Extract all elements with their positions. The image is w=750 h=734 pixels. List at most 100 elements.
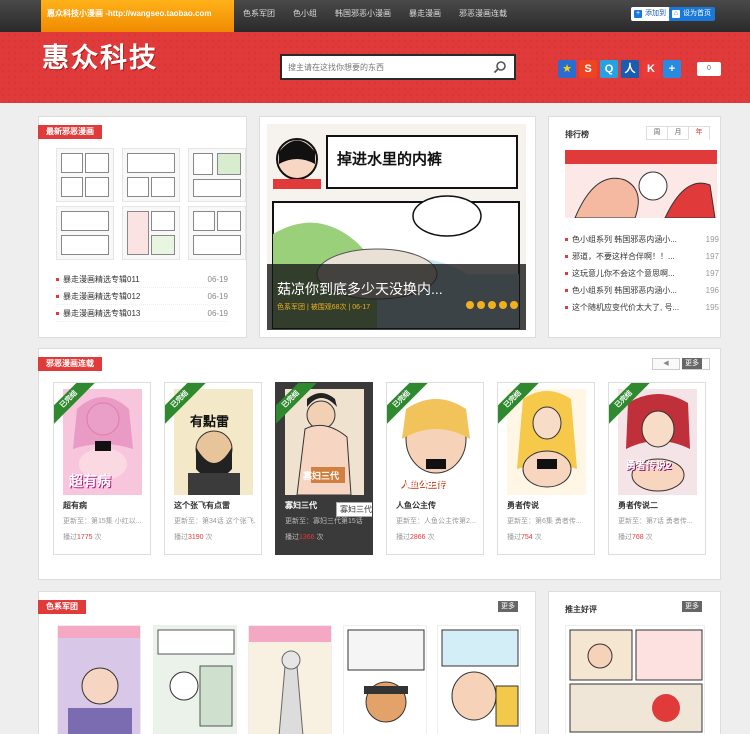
comic-update: 更新至：第34话 这个张飞... <box>174 518 256 525</box>
site-logo[interactable]: 惠众科技 <box>42 36 158 75</box>
nav-item-color-group[interactable]: 色小组 <box>284 0 326 32</box>
comic-card[interactable]: 人鱼公主传 已完结 人鱼公主传 更新至：人鱼公主传第2... 播过2866 次 <box>386 382 484 555</box>
color-group-more-button[interactable]: 更多 <box>498 601 518 612</box>
rank-panel: 排行榜 周 月 年 色小组系列 韩国邪恶内涵小... 199 邪道，不要这样合伴啊… <box>548 116 721 338</box>
color-group-title: 色系军团 <box>38 600 86 614</box>
nav-item-korean-comics[interactable]: 韩国邪恶小漫画 <box>326 0 400 32</box>
list-item-label: 暴走漫画精选专辑011 <box>63 275 140 284</box>
slider-dot[interactable] <box>510 301 518 309</box>
tab-month[interactable]: 月 <box>667 126 689 140</box>
rank-item[interactable]: 这个随机应变代价太大了, 号... 195 <box>565 299 719 316</box>
more-share-icon[interactable]: + <box>663 60 681 78</box>
set-home-button[interactable]: ⌂ 设为首页 <box>669 7 715 21</box>
serial-more-button[interactable]: 更多 <box>682 358 702 369</box>
comic-views: 播过2866 次 <box>396 534 435 541</box>
comic-cover: 寡妇三代 <box>285 389 364 495</box>
cover-text: 超有病 <box>69 473 111 489</box>
rank-cover-image[interactable] <box>565 150 717 218</box>
rank-item-count: 195 <box>701 299 719 316</box>
comic-views: 播过1775 次 <box>63 534 102 541</box>
recommend-panel-title: 推主好评 <box>565 605 597 614</box>
comic-cover: 超有病 <box>63 389 142 495</box>
comic-views: 播过754 次 <box>507 534 542 541</box>
comic-thumb[interactable] <box>188 206 246 260</box>
slider-dots <box>466 301 518 309</box>
comic-name: 超有病 <box>63 501 87 510</box>
recommend-thumb[interactable] <box>565 625 705 734</box>
comic-thumb[interactable] <box>56 148 114 202</box>
slider-dot[interactable] <box>477 301 485 309</box>
weibo-share-icon[interactable]: S <box>579 60 597 78</box>
rank-item[interactable]: 这玩意儿你不会这个意思啊... 197 <box>565 265 719 282</box>
comic-thumb[interactable] <box>122 148 180 202</box>
shop-link[interactable]: 惠众科技小漫画 -http://wangseo.taobao.com <box>41 0 234 32</box>
nav-item-rage-comics[interactable]: 暴走漫画 <box>400 0 450 32</box>
comic-name: 勇者传说 <box>507 501 539 510</box>
recommend-more-button[interactable]: 更多 <box>682 601 702 612</box>
rank-panel-title: 排行榜 <box>565 130 589 139</box>
nav-item-serial-comics[interactable]: 邪恶漫画连载 <box>450 0 516 32</box>
set-home-label: 设为首页 <box>683 10 711 17</box>
star-share-icon[interactable]: ★ <box>558 60 576 78</box>
kaixin-share-icon[interactable]: K <box>642 60 660 78</box>
comic-card[interactable]: 寡妇三代 已完结 寡妇三代 寡妇三代 更新至：寡妇三代第15话 播过1366 次 <box>275 382 373 555</box>
comic-name: 人鱼公主传 <box>396 501 436 510</box>
search-input[interactable] <box>288 60 484 74</box>
list-item[interactable]: 暴走漫画精选专辑012 06-19 <box>56 288 228 305</box>
share-count: 0 <box>697 62 721 76</box>
list-item[interactable]: 暴走漫画精选专辑011 06-19 <box>56 271 228 288</box>
rank-item[interactable]: 色小组系列 韩国邪恶内涵小... 199 <box>565 231 719 248</box>
list-item-label: 暴走漫画精选专辑012 <box>63 292 141 301</box>
slider-dot[interactable] <box>499 301 507 309</box>
comic-views: 播过3190 次 <box>174 534 213 541</box>
comic-thumb[interactable] <box>56 206 114 260</box>
comic-update: 更新至：人鱼公主传第2... <box>396 518 476 525</box>
cover-text: 勇者传说2 <box>626 461 672 472</box>
rank-item-label: 这个随机应变代价太大了, 号... <box>572 303 680 312</box>
comic-strip-thumb[interactable] <box>437 625 521 734</box>
renren-share-icon[interactable]: 人 <box>621 60 639 78</box>
comic-cover <box>507 389 586 495</box>
search-icon[interactable] <box>493 60 507 74</box>
rank-item[interactable]: 邪道，不要这样合伴啊！！... 197 <box>565 248 719 265</box>
comic-strip-thumb[interactable] <box>343 625 427 734</box>
comic-card[interactable]: 已完结 勇者传说 更新至：第6集 勇者传... 播过754 次 <box>497 382 595 555</box>
rank-item[interactable]: 色小组系列 韩国邪恶内涵小... 196 <box>565 282 719 299</box>
newest-list: 暴走漫画精选专辑011 06-19 暴走漫画精选专辑012 06-19 暴走漫画精选… <box>56 271 228 322</box>
slider-dot[interactable] <box>488 301 496 309</box>
comic-strip-thumb[interactable] <box>153 625 237 734</box>
list-item[interactable]: 暴走漫画精选专辑013 06-19 <box>56 305 228 322</box>
rank-tabs: 周 月 年 <box>646 126 710 140</box>
comic-card[interactable]: 超有病 已完结 超有病 更新至：第15集 小红以... 播过1775 次 <box>53 382 151 555</box>
rank-item-count: 199 <box>701 231 719 248</box>
cover-text: 有點雷 <box>190 414 230 429</box>
slider-dot[interactable] <box>466 301 474 309</box>
comic-card[interactable]: 勇者传说2 已完结 勇者传说二 更新至：第7话 勇者传... 播过768 次 <box>608 382 706 555</box>
list-item-date: 06-19 <box>207 275 228 284</box>
add-favorite-button[interactable]: + 添加到 <box>631 7 670 21</box>
slider-caption-title[interactable]: 菇凉你到底多少天没换内... <box>277 279 443 299</box>
comic-update: 更新至：寡妇三代第15话 <box>285 518 363 525</box>
cover-text: 人鱼公主传 <box>400 479 446 489</box>
carousel-prev-button[interactable]: ◀ <box>652 358 680 370</box>
comic-strip-thumb[interactable] <box>248 625 332 734</box>
hover-tooltip: 寡妇三代 <box>336 502 372 517</box>
qzone-share-icon[interactable]: Q <box>600 60 618 78</box>
recommend-panel: 推主好评 更多 <box>548 591 721 734</box>
comic-thumb[interactable] <box>122 206 180 260</box>
comic-views: 播过768 次 <box>618 534 653 541</box>
comic-strip-thumb[interactable] <box>57 625 141 734</box>
comic-thumb[interactable] <box>188 148 246 202</box>
banner-title: 掉进水里的内裤 <box>337 151 443 168</box>
nav-item-color-army[interactable]: 色系军团 <box>234 0 284 32</box>
comic-card[interactable]: 有點雷 已完结 这个张飞有点雷 更新至：第34话 这个张飞... 播过3190 … <box>164 382 262 555</box>
rank-item-count: 197 <box>701 248 719 265</box>
newest-panel-title: 最新邪恶漫画 <box>38 125 102 139</box>
comic-name: 勇者传说二 <box>618 501 658 510</box>
tab-week[interactable]: 周 <box>646 126 668 140</box>
top-bar: 惠众科技小漫画 -http://wangseo.taobao.com 色系军团 … <box>0 0 750 32</box>
comic-views: 播过1366 次 <box>285 534 324 541</box>
list-item-date: 06-19 <box>207 309 228 318</box>
tab-year[interactable]: 年 <box>688 126 710 140</box>
rank-item-label: 这玩意儿你不会这个意思啊... <box>572 269 675 278</box>
